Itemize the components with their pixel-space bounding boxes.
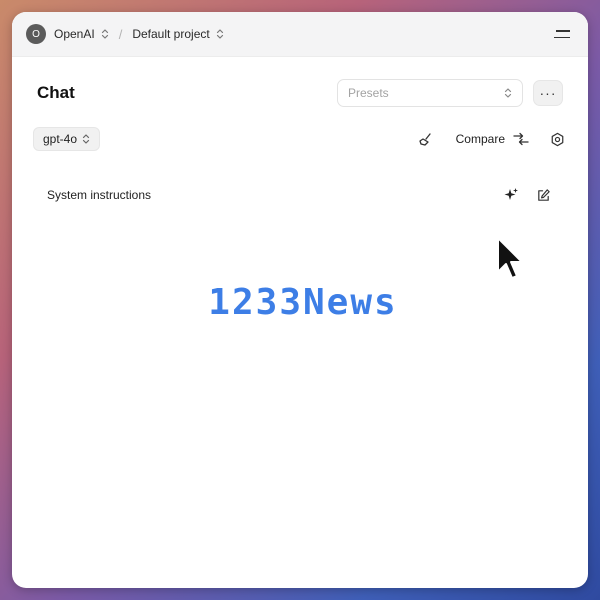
- chevron-updown-icon: [82, 134, 90, 144]
- chevron-updown-icon: [504, 88, 512, 98]
- settings-gear-icon[interactable]: [547, 129, 567, 149]
- watermark-text: 1233News: [208, 281, 398, 323]
- presets-select[interactable]: Presets: [337, 79, 523, 107]
- presets-placeholder: Presets: [348, 86, 389, 100]
- chevron-updown-icon: [101, 29, 108, 39]
- breadcrumb-separator: /: [118, 26, 123, 42]
- clear-broom-icon[interactable]: [416, 129, 436, 149]
- more-button[interactable]: ···: [533, 80, 563, 106]
- org-name: OpenAI: [54, 27, 95, 41]
- menu-icon[interactable]: [554, 24, 574, 44]
- top-bar: O OpenAI / Default project: [12, 12, 588, 57]
- model-name: gpt-4o: [43, 132, 78, 146]
- more-icon: ···: [539, 85, 557, 101]
- system-instructions-label: System instructions: [47, 188, 152, 202]
- toolbar-actions: Compare: [416, 129, 567, 149]
- chevron-updown-icon: [216, 29, 223, 39]
- system-instructions[interactable]: System instructions: [33, 179, 567, 211]
- sparkle-icon[interactable]: [501, 185, 521, 205]
- compare-arrows-icon[interactable]: [511, 129, 531, 149]
- page-header: Chat Presets ···: [12, 57, 588, 117]
- chat-toolbar: gpt-4o Compare: [12, 125, 588, 153]
- model-selector[interactable]: gpt-4o: [33, 127, 101, 151]
- edit-icon[interactable]: [533, 185, 553, 205]
- project-name: Default project: [132, 27, 210, 41]
- org-switcher[interactable]: OpenAI: [54, 27, 109, 41]
- system-instructions-actions: [501, 185, 553, 205]
- page-title: Chat: [37, 83, 75, 102]
- mouse-cursor-icon: [497, 237, 523, 279]
- org-avatar[interactable]: O: [26, 24, 46, 44]
- project-switcher[interactable]: Default project: [132, 27, 223, 41]
- compare-button[interactable]: Compare: [456, 132, 505, 146]
